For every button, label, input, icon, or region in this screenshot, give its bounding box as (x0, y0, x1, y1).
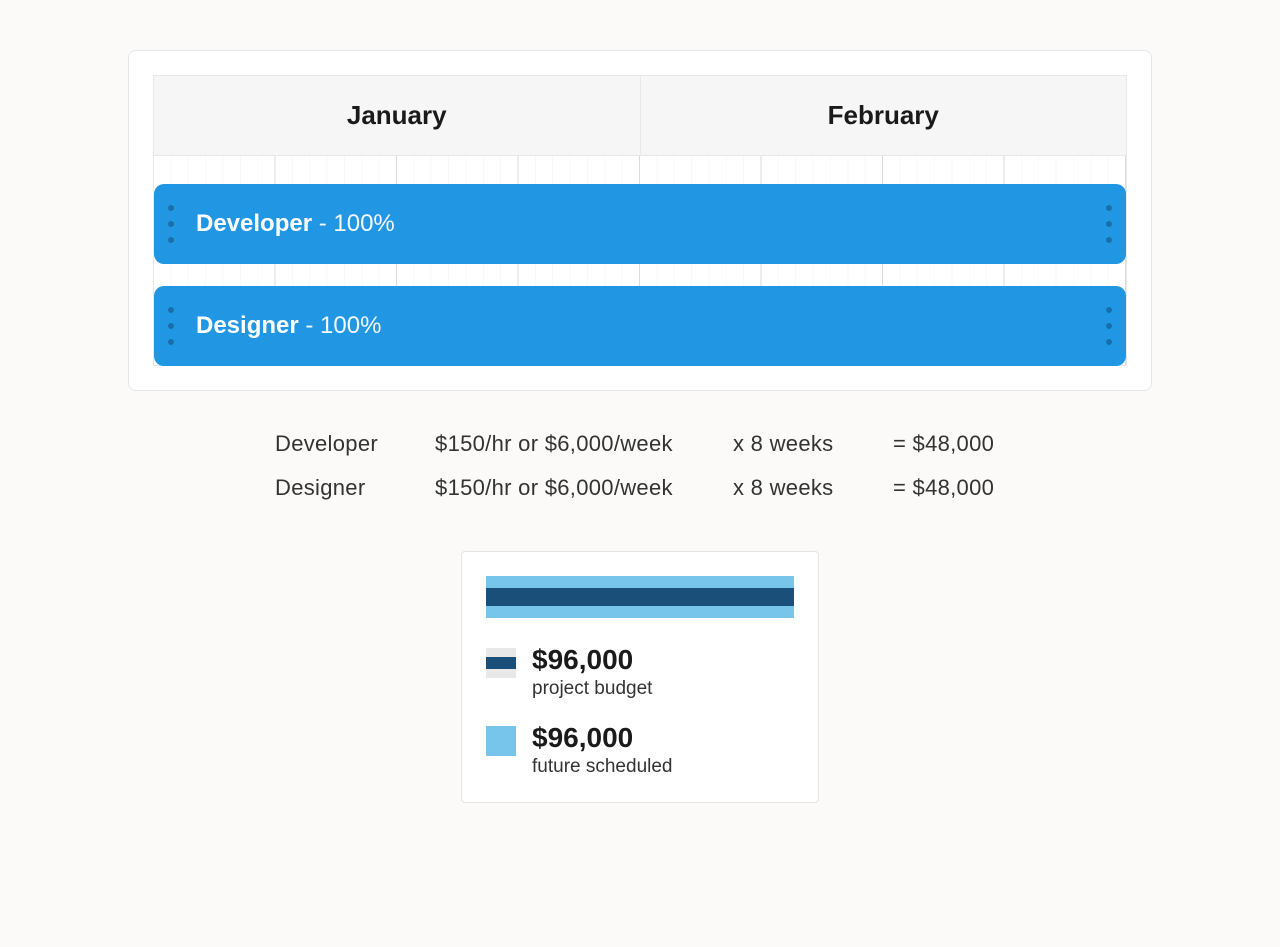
cost-table: Developer $150/hr or $6,000/week x 8 wee… (275, 431, 1005, 501)
schedule-bar-role: Designer (196, 312, 299, 339)
drag-handle-right-icon[interactable] (1106, 205, 1112, 243)
cost-weeks: x 8 weeks (733, 431, 845, 457)
cost-row: Designer $150/hr or $6,000/week x 8 week… (275, 475, 1005, 501)
schedule-bar-alloc: - 100% (299, 312, 382, 339)
schedule-card: January February Developer - 100% Design… (128, 50, 1152, 391)
schedule-grid: Developer - 100% Designer - 100% (153, 156, 1127, 366)
month-february: February (641, 76, 1127, 155)
cost-total: = $48,000 (893, 431, 1005, 457)
budget-item-project: $96,000 project budget (486, 644, 794, 700)
budget-amount: $96,000 (532, 722, 673, 754)
cost-rate: $150/hr or $6,000/week (435, 431, 685, 457)
cost-total: = $48,000 (893, 475, 1005, 501)
budget-card: $96,000 project budget $96,000 future sc… (461, 551, 819, 803)
month-january: January (154, 76, 641, 155)
budget-bar-fill (486, 588, 794, 606)
drag-handle-left-icon[interactable] (168, 307, 174, 345)
cost-role: Developer (275, 431, 387, 457)
cost-rate: $150/hr or $6,000/week (435, 475, 685, 501)
schedule-bar-designer[interactable]: Designer - 100% (154, 286, 1126, 366)
schedule-bar-alloc: - 100% (312, 210, 395, 237)
cost-row: Developer $150/hr or $6,000/week x 8 wee… (275, 431, 1005, 457)
budget-bar (486, 576, 794, 618)
schedule-bar-role: Developer (196, 210, 312, 237)
budget-item-future: $96,000 future scheduled (486, 722, 794, 778)
drag-handle-left-icon[interactable] (168, 205, 174, 243)
schedule-bar-developer[interactable]: Developer - 100% (154, 184, 1126, 264)
budget-label: future scheduled (532, 756, 673, 778)
drag-handle-right-icon[interactable] (1106, 307, 1112, 345)
budget-label: project budget (532, 678, 652, 700)
swatch-future-scheduled-icon (486, 726, 516, 756)
budget-amount: $96,000 (532, 644, 652, 676)
swatch-project-budget-icon (486, 648, 516, 678)
cost-weeks: x 8 weeks (733, 475, 845, 501)
month-header: January February (153, 75, 1127, 156)
cost-role: Designer (275, 475, 387, 501)
